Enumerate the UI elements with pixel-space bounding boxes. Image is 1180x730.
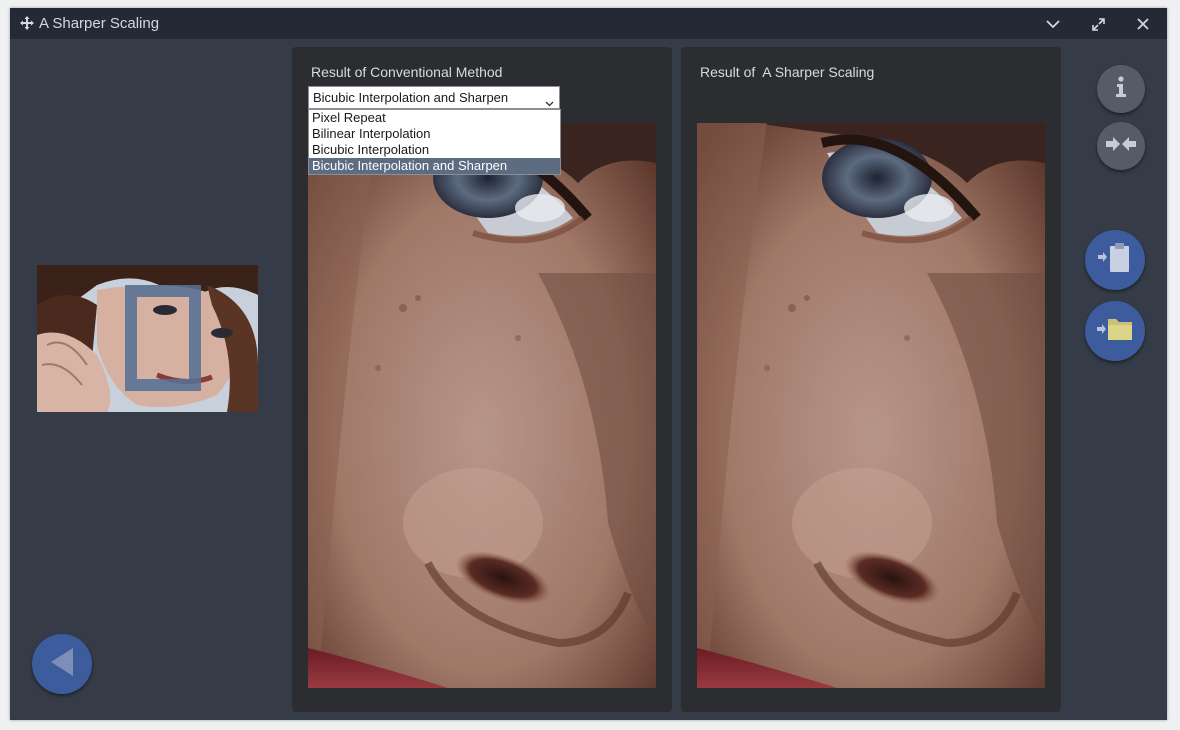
sharper-result-panel: Result of A Sharper Scaling: [681, 47, 1061, 712]
close-button[interactable]: [1131, 13, 1155, 35]
compare-arrows-icon: [1106, 136, 1136, 157]
open-folder-button[interactable]: [1085, 301, 1145, 361]
compare-button[interactable]: [1097, 122, 1145, 170]
info-icon: [1115, 75, 1127, 103]
method-options-list[interactable]: Pixel Repeat Bilinear Interpolation Bicu…: [308, 109, 561, 175]
chevron-down-icon: [1046, 19, 1060, 29]
paste-clipboard-icon: [1098, 242, 1132, 278]
option-bilinear-interpolation[interactable]: Bilinear Interpolation: [309, 126, 560, 142]
minimize-button[interactable]: [1041, 13, 1065, 35]
open-folder-icon: [1097, 316, 1133, 347]
back-button[interactable]: [32, 634, 92, 694]
option-bicubic-interpolation[interactable]: Bicubic Interpolation: [309, 142, 560, 158]
sharper-panel-title: Result of A Sharper Scaling: [700, 64, 875, 80]
option-pixel-repeat[interactable]: Pixel Repeat: [309, 110, 560, 126]
option-bicubic-sharpen[interactable]: Bicubic Interpolation and Sharpen: [309, 158, 560, 174]
conventional-result-image: [308, 123, 656, 688]
expand-icon: [1091, 17, 1105, 31]
window-title: A Sharper Scaling: [39, 15, 160, 32]
info-button[interactable]: [1097, 65, 1145, 113]
zoom-selection-rectangle[interactable]: [125, 285, 201, 391]
chevron-down-icon: [545, 95, 554, 110]
conventional-panel-title: Result of Conventional Method: [311, 64, 503, 80]
close-icon: [1137, 18, 1149, 30]
paste-clipboard-button[interactable]: [1085, 230, 1145, 290]
title-bar[interactable]: A Sharper Scaling: [10, 8, 1167, 39]
method-select-value: Bicubic Interpolation and Sharpen: [313, 90, 509, 105]
maximize-button[interactable]: [1086, 13, 1110, 35]
app-window: A Sharper Scaling Result of Conventional…: [10, 8, 1167, 720]
sharper-result-image: [697, 123, 1045, 688]
move-arrows-icon[interactable]: [20, 16, 34, 30]
conventional-result-panel: Result of Conventional Method Bicubic In…: [292, 47, 672, 712]
method-select[interactable]: Bicubic Interpolation and Sharpen: [308, 86, 560, 109]
source-thumbnail[interactable]: [37, 265, 258, 412]
back-triangle-icon: [49, 647, 75, 682]
